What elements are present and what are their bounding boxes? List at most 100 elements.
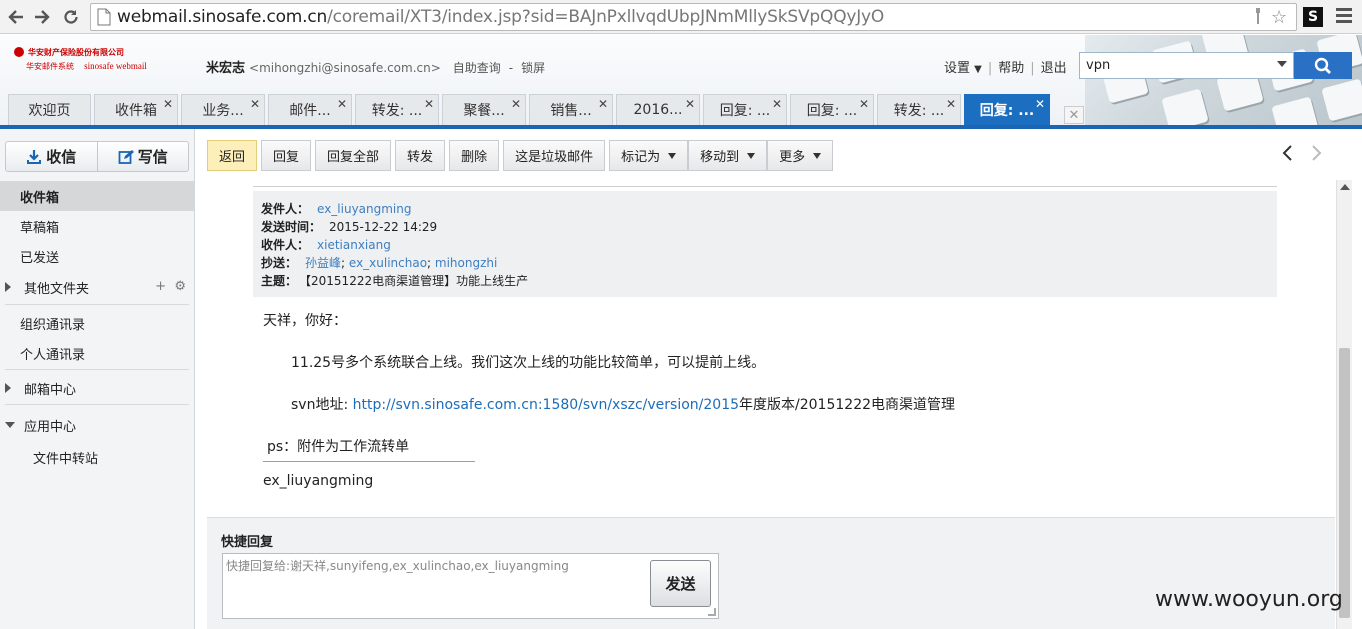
more-button[interactable]: 更多 <box>767 140 834 171</box>
move-to-button[interactable]: 移动到 <box>688 140 768 171</box>
tab-11[interactable]: 回复: ... ✕ <box>964 94 1050 125</box>
settings-dropdown-icon[interactable]: ▼ <box>974 64 982 75</box>
compose-button[interactable]: 写信 <box>96 142 189 171</box>
reload-icon[interactable] <box>59 5 83 29</box>
back-arrow-icon[interactable] <box>4 5 28 29</box>
scroll-up-icon[interactable] <box>1340 184 1350 190</box>
tab-5[interactable]: 聚餐... ✕ <box>442 94 526 125</box>
folder-gear-icon[interactable]: ⚙ <box>174 279 186 294</box>
tab-close-icon[interactable]: ✕ <box>598 97 608 111</box>
lock-screen-link[interactable]: 锁屏 <box>521 61 545 75</box>
add-folder-icon[interactable]: + <box>155 279 166 294</box>
sidebar: 收信 写信 收件箱 草稿箱 已发送 其他文件夹 + ⚙ 组织通讯录 个人通讯录 … <box>0 129 195 629</box>
tab-close-icon[interactable]: ✕ <box>511 97 521 111</box>
tab-9[interactable]: 回复: ... ✕ <box>790 94 874 125</box>
help-link[interactable]: 帮助 <box>998 61 1024 76</box>
expand-arrow-icon[interactable] <box>5 383 11 393</box>
url-text: webmail.sinosafe.com.cn/coremail/XT3/ind… <box>117 7 885 27</box>
sidebar-item-drafts[interactable]: 草稿箱 <box>0 211 194 241</box>
cc-link[interactable]: mihongzhi <box>435 256 497 270</box>
tab-10[interactable]: 转发: ... ✕ <box>877 94 961 125</box>
sidebar-item-other-folders[interactable]: 其他文件夹 + ⚙ <box>0 272 194 302</box>
forward-arrow-icon[interactable] <box>30 5 54 29</box>
extension-s-icon[interactable]: S <box>1303 7 1323 27</box>
sidebar-item-app-center[interactable]: 应用中心 <box>0 410 194 440</box>
quick-reply-textarea[interactable]: 快捷回复给:谢天祥,sunyifeng,ex_xulinchao,ex_liuy… <box>222 553 719 619</box>
header-divider <box>0 125 1362 129</box>
tab-1[interactable]: 收件箱 ✕ <box>94 94 178 125</box>
tab-close-icon[interactable]: ✕ <box>946 97 956 111</box>
tab-label: 欢迎页 <box>28 103 71 119</box>
self-query-link[interactable]: 自助查询 <box>453 61 501 75</box>
reply-all-button[interactable]: 回复全部 <box>315 140 392 171</box>
tab-close-icon[interactable]: ✕ <box>163 97 173 111</box>
sidebar-item-file-transfer[interactable]: 文件中转站 <box>0 442 194 472</box>
link-separator: - <box>508 61 514 75</box>
tab-4[interactable]: 转发: ... ✕ <box>355 94 439 125</box>
keyboard-banner-image <box>1085 35 1362 125</box>
meta-subject: 主题： 【20151222电商渠道管理】功能上线生产 <box>261 274 529 288</box>
expand-arrow-icon[interactable] <box>5 282 11 292</box>
tab-6[interactable]: 销售... ✕ <box>529 94 613 125</box>
svn-link[interactable]: http://svn.sinosafe.com.cn:1580/svn/xszc… <box>353 397 739 413</box>
bookmark-star-icon[interactable]: ☆ <box>1271 7 1291 28</box>
recipient-link[interactable]: xietianxiang <box>317 238 391 252</box>
tab-close-icon[interactable]: ✕ <box>337 97 347 111</box>
back-button[interactable]: 返回 <box>207 140 258 171</box>
tab-7[interactable]: 2016... ✕ <box>616 94 700 125</box>
resize-grip-icon[interactable] <box>708 608 716 616</box>
cc-link[interactable]: ex_xulinchao <box>349 256 427 270</box>
next-mail-icon[interactable] <box>1309 143 1323 167</box>
chevron-down-icon <box>747 152 756 159</box>
tab-8[interactable]: 回复: ... ✕ <box>703 94 787 125</box>
tab-3[interactable]: 邮件... ✕ <box>268 94 352 125</box>
search-dropdown-icon[interactable] <box>1277 61 1287 67</box>
tab-close-icon[interactable]: ✕ <box>859 97 869 111</box>
spam-button[interactable]: 这是垃圾邮件 <box>503 140 606 171</box>
meta-from: 发件人： ex_liuyangming <box>261 202 412 216</box>
sidebar-item-mail-center[interactable]: 邮箱中心 <box>0 373 194 403</box>
mark-as-button[interactable]: 标记为 <box>609 140 689 171</box>
tab-close-icon[interactable]: ✕ <box>772 97 782 111</box>
mail-meta: 发件人： ex_liuyangming 发送时间： 2015-12-22 14:29… <box>253 191 1277 297</box>
tab-close-icon[interactable]: ✕ <box>685 97 695 111</box>
tab-close-icon[interactable]: ✕ <box>250 97 260 111</box>
browser-menu-icon[interactable] <box>1336 8 1352 26</box>
search-icon <box>1314 57 1331 74</box>
address-bar[interactable]: webmail.sinosafe.com.cn/coremail/XT3/ind… <box>90 3 1297 31</box>
tab-close-icon[interactable]: ✕ <box>1035 97 1045 111</box>
search-button[interactable] <box>1294 52 1352 79</box>
meta-cc: 抄送： 孙益峰; ex_xulinchao; mihongzhi <box>261 256 498 270</box>
tab-2[interactable]: 业务... ✕ <box>181 94 265 125</box>
delete-button[interactable]: 删除 <box>449 140 500 171</box>
tab-0[interactable]: 欢迎页 <box>8 94 91 125</box>
message-toolbar: 返回 回复 回复全部 转发 删除 这是垃圾邮件 标记为 移动到 更多 <box>207 140 834 171</box>
reply-button[interactable]: 回复 <box>261 140 312 171</box>
forward-button[interactable]: 转发 <box>395 140 446 171</box>
wrench-icon[interactable] <box>1251 7 1271 27</box>
sidebar-item-personal-contacts[interactable]: 个人通讯录 <box>0 338 194 368</box>
prev-mail-icon[interactable] <box>1281 143 1295 167</box>
chevron-down-icon <box>813 152 822 159</box>
sender-link[interactable]: ex_liuyangming <box>317 202 411 216</box>
cc-link[interactable]: 孙益峰 <box>305 256 341 270</box>
receive-button[interactable]: 收信 <box>6 142 97 171</box>
tab-label: 回复: ... <box>806 103 858 119</box>
content-scrollbar[interactable] <box>1336 180 1352 629</box>
logout-link[interactable]: 退出 <box>1041 61 1067 76</box>
scroll-thumb[interactable] <box>1339 348 1350 618</box>
tab-close-icon[interactable]: ✕ <box>424 97 434 111</box>
sidebar-item-sent[interactable]: 已发送 <box>0 241 194 271</box>
sidebar-item-inbox[interactable]: 收件箱 <box>0 181 194 211</box>
settings-link[interactable]: 设置 <box>944 61 970 76</box>
quick-reply-panel: 快捷回复 快捷回复给:谢天祥,sunyifeng,ex_xulinchao,ex… <box>207 517 1335 629</box>
collapse-arrow-icon[interactable] <box>5 422 15 428</box>
tab-label: 聚餐... <box>463 103 505 119</box>
mail-line: 11.25号多个系统联合上线。我们这次上线的功能比较简单，可以提前上线。 <box>291 355 766 371</box>
search-input[interactable]: vpn <box>1079 52 1294 79</box>
meta-to: 收件人： xietianxiang <box>261 238 391 252</box>
signature-divider <box>263 461 475 462</box>
send-button[interactable]: 发送 <box>650 560 711 607</box>
sidebar-item-org-contacts[interactable]: 组织通讯录 <box>0 308 194 338</box>
close-all-tabs-icon[interactable]: ✕ <box>1064 106 1084 124</box>
